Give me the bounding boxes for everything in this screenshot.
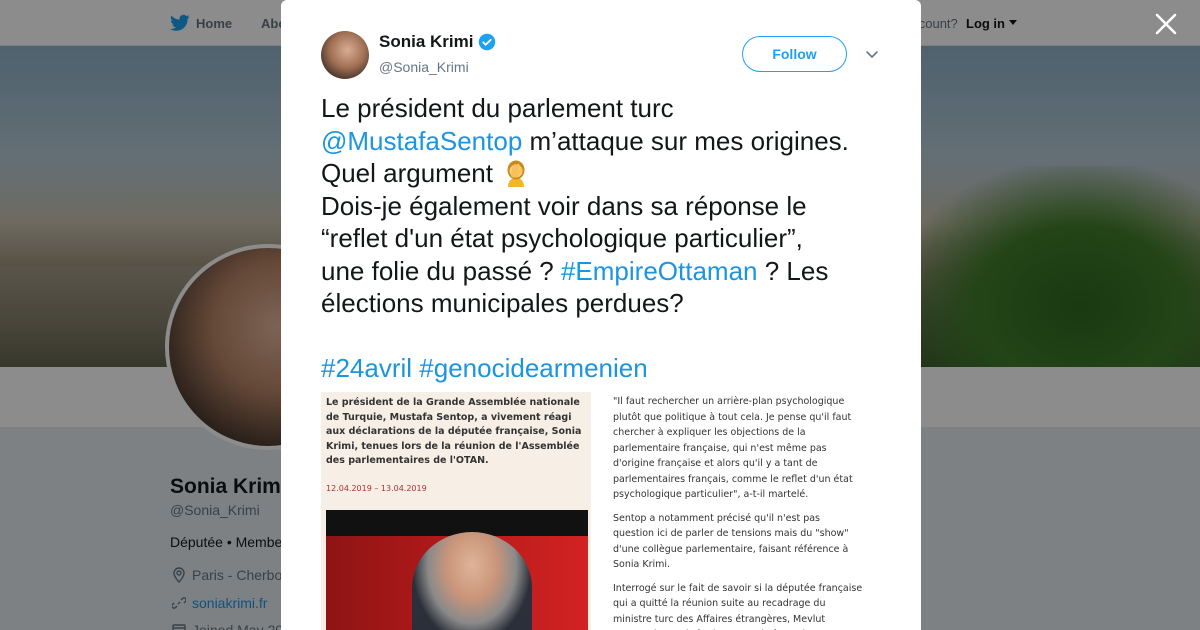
tweet-line: une folie du passé ? #EmpireOttaman ? Le… [321,255,896,288]
author-handle[interactable]: @Sonia_Krimi [379,59,469,75]
media-paragraph: Sentop a notamment précisé qu'il n'est p… [613,512,849,571]
media-person [412,532,532,630]
verified-badge-icon [479,33,496,51]
tweet-line: Quel argument [321,157,896,190]
hashtag-link[interactable]: #24avril [321,353,412,383]
media-paragraph: "Il faut rechercher un arrière-plan psyc… [613,396,853,500]
tweet-fragment: Quel argument [321,158,493,188]
media-left-panel: Le président de la Grande Assemblée nati… [321,392,591,630]
tweet-line: élections municipales perdues? [321,288,684,318]
tweet-text: Le président du parlement turc @MustafaS… [321,92,896,385]
follow-button[interactable]: Follow [742,36,847,72]
hashtag-link[interactable]: #genocidearmenien [419,353,647,383]
media-photo-header [326,510,588,536]
tweet-fragment: m’attaque sur mes origines. [522,125,849,156]
close-icon[interactable] [1153,11,1179,37]
author-name-row[interactable]: Sonia Krimi [379,32,496,52]
facepalm-emoji-icon [507,160,525,187]
tweet-line: Le président du parlement turc [321,93,674,123]
mention-link[interactable]: @MustafaSentop [321,126,522,156]
tweet-line: @MustafaSentop m’attaque sur mes origine… [321,125,896,158]
tweet-media-image[interactable]: Le président de la Grande Assemblée nati… [321,392,866,630]
media-article-text: "Il faut rechercher un arrière-plan psyc… [613,394,863,630]
tweet-line: “reflet d'un état psychologique particul… [321,223,803,253]
tweet-spacer [321,320,896,353]
tweet-fragment: ? Les [757,255,829,286]
author-name[interactable]: Sonia Krimi [379,32,473,52]
chevron-down-icon[interactable] [864,46,880,62]
tweet-line: #24avril #genocidearmenien [321,352,896,385]
media-paragraph: Interrogé sur le fait de savoir si la dé… [613,582,863,630]
tweet-modal: Sonia Krimi @Sonia_Krimi Follow Le prési… [281,0,921,630]
media-photo [326,510,588,630]
tweet-fragment: une folie du passé ? [321,255,561,286]
tweet-line: Dois-je également voir dans sa réponse l… [321,190,807,221]
hashtag-link[interactable]: #EmpireOttaman [561,256,758,286]
media-headline: Le président de la Grande Assemblée nati… [326,397,582,466]
media-date: 12.04.2019 – 13.04.2019 [326,484,427,493]
author-avatar[interactable] [321,31,369,79]
